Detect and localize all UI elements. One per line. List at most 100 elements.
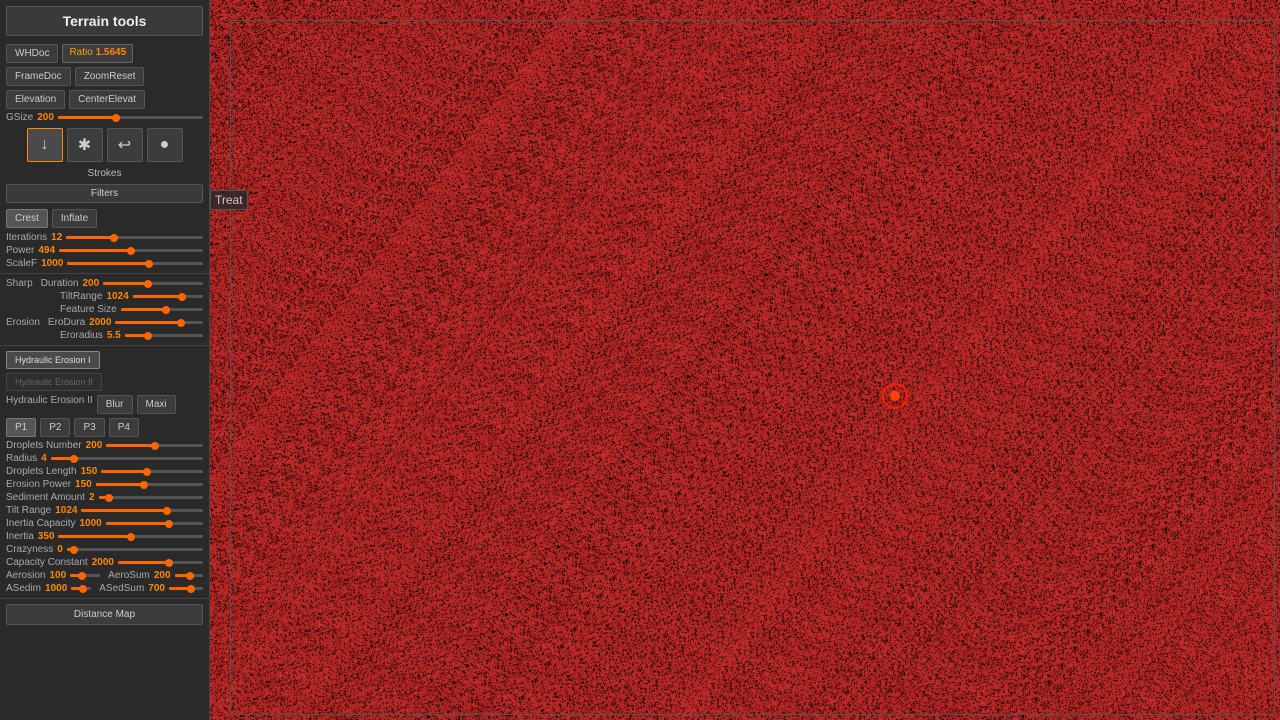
- aerosion-label: Aerosion: [6, 570, 45, 581]
- erosion-power-label: Erosion Power: [6, 479, 71, 490]
- gsize-label: GSize: [6, 112, 33, 123]
- tiltrange-slider[interactable]: [133, 295, 203, 298]
- sediment-label: Sediment Amount: [6, 492, 85, 503]
- gsize-row: GSize 200: [0, 111, 209, 124]
- capacity-constant-row: Capacity Constant 2000: [0, 556, 209, 569]
- scalef-slider[interactable]: [67, 262, 203, 265]
- hydraulic2-inactive-button[interactable]: Hydraulic Erosion II: [6, 373, 102, 391]
- asedsum-slider[interactable]: [169, 587, 203, 590]
- aerosum-value: 200: [154, 570, 171, 581]
- iterations-label: Iterations: [6, 232, 47, 243]
- featuresize-slider[interactable]: [121, 308, 203, 311]
- tilt-range2-value: 1024: [55, 505, 77, 516]
- droplets-length-slider[interactable]: [101, 470, 203, 473]
- p3-button[interactable]: P3: [74, 418, 104, 437]
- stroke-btn-down[interactable]: ↓: [27, 128, 63, 162]
- zoomreset-button[interactable]: ZoomReset: [75, 67, 145, 86]
- elevation-row: Elevation CenterElevat: [0, 88, 209, 111]
- aerosion-row: Aerosion 100 AeroSum 200: [0, 569, 209, 582]
- duration-slider[interactable]: [103, 282, 203, 285]
- framedoc-row: FrameDoc ZoomReset: [0, 65, 209, 88]
- tilt-range2-row: Tilt Range 1024: [0, 504, 209, 517]
- inertia-value: 350: [38, 531, 55, 542]
- scalef-label: ScaleF: [6, 258, 37, 269]
- sediment-value: 2: [89, 492, 95, 503]
- inertia-capacity-row: Inertia Capacity 1000: [0, 517, 209, 530]
- power-row: Power 494: [0, 244, 209, 257]
- erosion-power-value: 150: [75, 479, 92, 490]
- inertia-capacity-value: 1000: [79, 518, 101, 529]
- crazyness-label: Crazyness: [6, 544, 53, 555]
- radius-slider[interactable]: [51, 457, 203, 460]
- eroradius-row: Eroradius 5.5: [0, 329, 209, 342]
- eroradius-value: 5.5: [107, 330, 121, 341]
- app-title: Terrain tools: [6, 6, 203, 36]
- crazyness-row: Crazyness 0: [0, 543, 209, 556]
- droplets-number-row: Droplets Number 200: [0, 439, 209, 452]
- crest-button[interactable]: Crest: [6, 209, 48, 228]
- erosion-power-slider[interactable]: [96, 483, 203, 486]
- inertia-label: Inertia: [6, 531, 34, 542]
- elevation-button[interactable]: Elevation: [6, 90, 65, 109]
- blur-button[interactable]: Blur: [97, 395, 133, 414]
- p4-button[interactable]: P4: [109, 418, 139, 437]
- duration-value: 200: [83, 278, 100, 289]
- inflate-button[interactable]: Inflate: [52, 209, 97, 228]
- viewport[interactable]: 0.242,0.183,0.249 Treat: [210, 0, 1280, 720]
- asedim-slider[interactable]: [71, 587, 91, 590]
- tilt-range2-label: Tilt Range: [6, 505, 51, 516]
- eroradius-label: Eroradius: [60, 330, 103, 341]
- p2-button[interactable]: P2: [40, 418, 70, 437]
- hydraulic2-label: Hydraulic Erosion II: [6, 395, 93, 414]
- droplets-number-slider[interactable]: [106, 444, 203, 447]
- aerosion-slider[interactable]: [70, 574, 100, 577]
- asedim-value: 1000: [45, 583, 67, 594]
- terrain-canvas[interactable]: [210, 0, 1280, 720]
- maxi-button[interactable]: Maxi: [137, 395, 176, 414]
- power-slider[interactable]: [59, 249, 203, 252]
- sediment-slider[interactable]: [99, 496, 204, 499]
- inertia-capacity-slider[interactable]: [106, 522, 203, 525]
- hydraulic2-label-row: Hydraulic Erosion II Blur Maxi: [0, 393, 209, 416]
- asedsum-label: ASedSum: [99, 583, 144, 594]
- droplets-number-value: 200: [86, 440, 103, 451]
- sharp-sublabel: Sharp: [6, 278, 33, 289]
- treat-button[interactable]: Treat: [210, 190, 248, 210]
- tiltrange-label: TiltRange: [60, 291, 102, 302]
- tilt-range2-slider[interactable]: [81, 509, 203, 512]
- aerosum-slider[interactable]: [175, 574, 203, 577]
- framedoc-button[interactable]: FrameDoc: [6, 67, 71, 86]
- filters-button[interactable]: Filters: [6, 184, 203, 203]
- crazyness-slider[interactable]: [67, 548, 203, 551]
- radius-value: 4: [41, 453, 47, 464]
- stroke-btn-undo[interactable]: ↩: [107, 128, 143, 162]
- iterations-value: 12: [51, 232, 62, 243]
- stroke-btn-scatter[interactable]: ✱: [67, 128, 103, 162]
- erodura-slider[interactable]: [115, 321, 203, 324]
- ratio-display: Ratio 1.5645: [62, 44, 133, 63]
- gsize-slider[interactable]: [58, 116, 203, 119]
- sediment-row: Sediment Amount 2: [0, 491, 209, 504]
- centerelevat-button[interactable]: CenterElevat: [69, 90, 145, 109]
- crest-inflate-row: Crest Inflate: [0, 206, 209, 231]
- duration-inner: Duration 200: [41, 278, 203, 289]
- eroradius-slider[interactable]: [125, 334, 203, 337]
- stroke-tools: ↓ ✱ ↩ ●: [0, 124, 209, 166]
- p-buttons-row: P1 P2 P3 P4: [0, 416, 209, 439]
- asedsum-value: 700: [148, 583, 165, 594]
- capacity-constant-slider[interactable]: [118, 561, 203, 564]
- inertia-slider[interactable]: [58, 535, 203, 538]
- hydraulic1-row: Hydraulic Erosion I: [0, 349, 209, 371]
- featuresize-label: Feature Size: [60, 304, 117, 315]
- stroke-btn-circle[interactable]: ●: [147, 128, 183, 162]
- droplets-number-label: Droplets Number: [6, 440, 82, 451]
- iterations-slider[interactable]: [66, 236, 203, 239]
- p1-button[interactable]: P1: [6, 418, 36, 437]
- aerosion-value: 100: [49, 570, 66, 581]
- capacity-constant-label: Capacity Constant: [6, 557, 88, 568]
- distance-map-button[interactable]: Distance Map: [6, 604, 203, 625]
- whdoc-button[interactable]: WHDoc: [6, 44, 58, 63]
- power-label: Power: [6, 245, 34, 256]
- hydraulic1-active-button[interactable]: Hydraulic Erosion I: [6, 351, 100, 369]
- tiltrange-row: TiltRange 1024: [0, 290, 209, 303]
